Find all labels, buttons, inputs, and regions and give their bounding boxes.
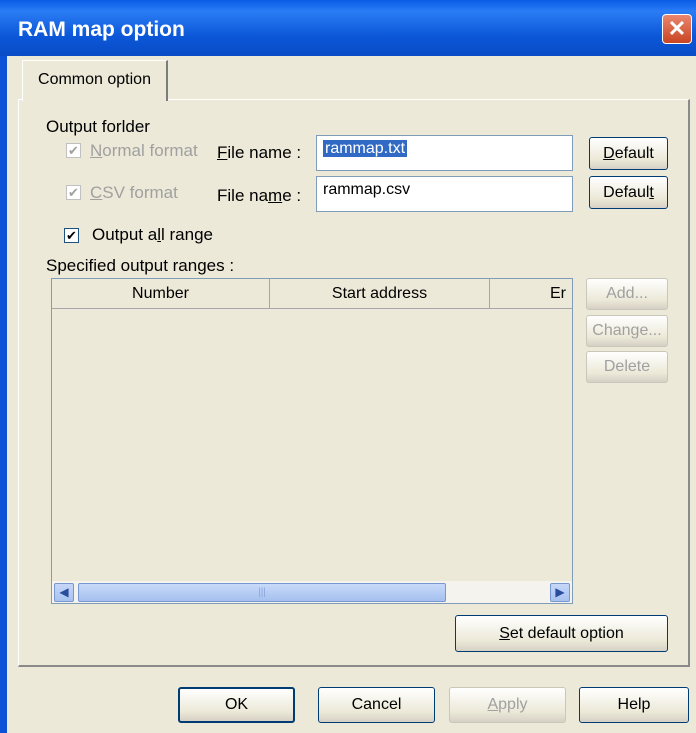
delete-button[interactable]: Delete: [586, 351, 668, 383]
ok-button[interactable]: OK: [178, 687, 295, 723]
output-all-range-checkbox[interactable]: ✔: [64, 228, 79, 243]
output-all-range-label: Output all range: [92, 225, 213, 244]
file-name-label-1: File name :: [217, 143, 302, 162]
scroll-thumb[interactable]: |||: [78, 583, 446, 602]
check-icon: ✔: [68, 143, 79, 158]
cancel-button[interactable]: Cancel: [318, 687, 435, 723]
default-button-1[interactable]: Default: [589, 137, 668, 170]
output-folder-label: Output forlder: [46, 117, 150, 136]
set-default-option-button[interactable]: Set default option: [455, 615, 668, 652]
csv-file-name-input[interactable]: rammap.csv: [316, 176, 573, 212]
file-name-label-2: File name :: [217, 186, 302, 205]
change-button[interactable]: Change...: [586, 315, 668, 347]
scroll-right-icon[interactable]: ▶: [550, 583, 570, 602]
check-icon: ✔: [68, 185, 79, 200]
ranges-list[interactable]: Number Start address Er ◀ ||| ▶: [51, 278, 573, 604]
window-title: RAM map option: [18, 18, 185, 41]
specified-ranges-label: Specified output ranges :: [46, 256, 235, 275]
column-header-start-address[interactable]: Start address: [270, 279, 490, 309]
tab-common-option[interactable]: Common option: [22, 60, 168, 101]
window-border: [0, 56, 7, 733]
column-header-end[interactable]: Er: [490, 279, 572, 309]
default-button-2[interactable]: Default: [589, 176, 668, 209]
check-icon: ✔: [66, 228, 77, 243]
horizontal-scrollbar[interactable]: ◀ ||| ▶: [52, 581, 572, 603]
close-button[interactable]: ✕: [662, 14, 692, 44]
csv-format-checkbox[interactable]: ✔: [66, 185, 81, 200]
normal-format-label: Normal format: [90, 141, 198, 160]
help-button[interactable]: Help: [579, 687, 689, 723]
scroll-left-icon[interactable]: ◀: [54, 583, 74, 602]
add-button[interactable]: Add...: [586, 278, 668, 310]
close-icon: ✕: [667, 16, 687, 41]
normal-format-checkbox[interactable]: ✔: [66, 143, 81, 158]
csv-format-label: CSV format: [90, 183, 178, 202]
normal-file-name-input[interactable]: rammap.txt: [316, 135, 573, 171]
apply-button[interactable]: Apply: [449, 687, 566, 723]
column-header-number[interactable]: Number: [52, 279, 270, 309]
